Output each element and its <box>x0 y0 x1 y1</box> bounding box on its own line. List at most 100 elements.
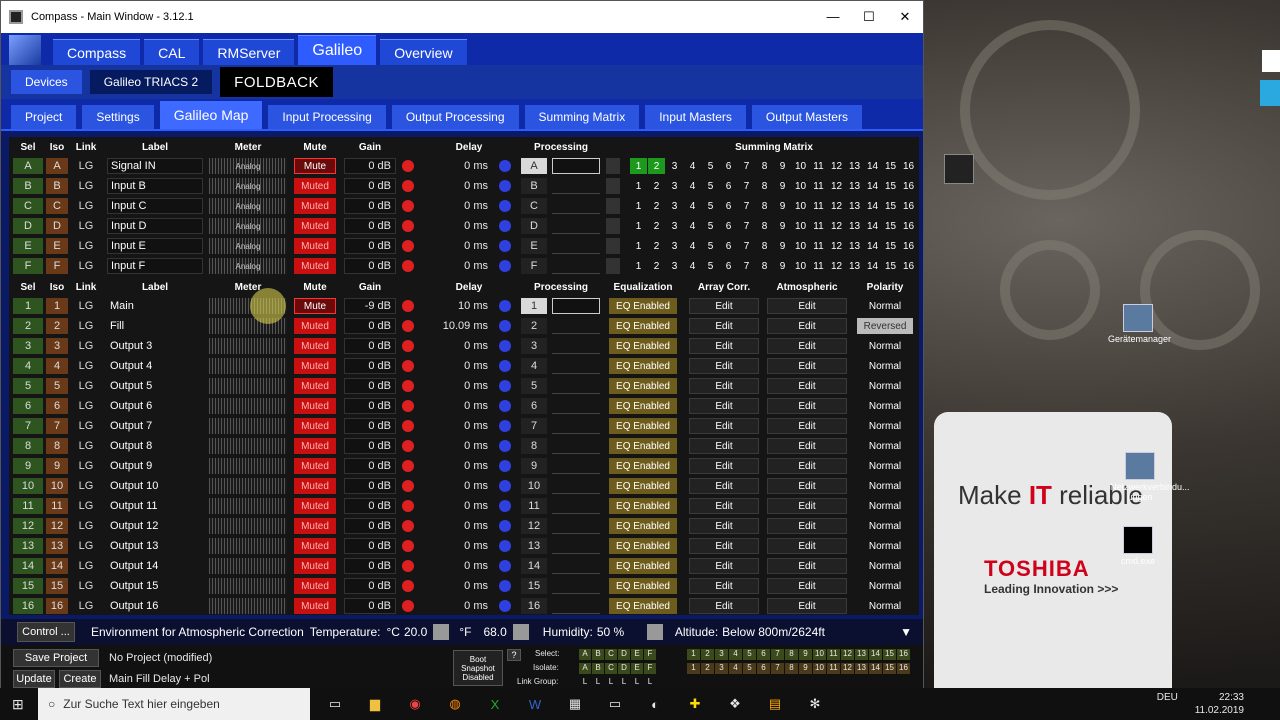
matrix-cell[interactable]: 11 <box>810 218 827 234</box>
delay-field[interactable]: 0 ms <box>424 338 492 354</box>
atmospheric-edit-button[interactable]: Edit <box>767 578 847 594</box>
array-correction-edit-button[interactable]: Edit <box>689 598 759 614</box>
array-correction-edit-button[interactable]: Edit <box>689 538 759 554</box>
isolate-button[interactable]: E <box>46 238 68 254</box>
matrix-cell[interactable]: 5 <box>702 238 719 254</box>
delay-field[interactable]: 0 ms <box>424 518 492 534</box>
processing-preview[interactable] <box>552 538 600 554</box>
delay-indicator-icon[interactable] <box>499 520 511 532</box>
select-button[interactable]: 10 <box>13 478 43 494</box>
excel-icon[interactable]: X <box>480 694 510 714</box>
isolate-button[interactable]: D <box>46 218 68 234</box>
matrix-cell[interactable]: 1 <box>630 258 647 274</box>
channel-label[interactable]: Input C <box>107 198 203 214</box>
mute-button[interactable]: Muted <box>294 218 336 234</box>
delay-field[interactable]: 0 ms <box>424 178 492 194</box>
quick-number[interactable]: 15 <box>883 649 896 660</box>
quick-number[interactable]: 4 <box>729 663 742 674</box>
link-group[interactable]: LG <box>75 198 97 214</box>
isolate-button[interactable]: 4 <box>46 358 68 374</box>
tab-galileo[interactable]: Galileo <box>298 35 377 65</box>
channel-label[interactable]: Output 3 <box>107 338 203 354</box>
atmospheric-edit-button[interactable]: Edit <box>767 498 847 514</box>
gain-indicator-icon[interactable] <box>402 440 414 452</box>
link-mark[interactable]: L <box>644 677 656 688</box>
gain-indicator-icon[interactable] <box>402 580 414 592</box>
matrix-cell[interactable]: 10 <box>792 258 809 274</box>
processing-preview[interactable] <box>552 318 600 334</box>
gain-field[interactable]: 0 dB <box>344 158 396 174</box>
isolate-button[interactable]: A <box>46 158 68 174</box>
matrix-cell[interactable]: 13 <box>846 258 863 274</box>
link-group[interactable]: LG <box>75 298 97 314</box>
channel-label[interactable]: Input D <box>107 218 203 234</box>
isolate-button[interactable]: 3 <box>46 338 68 354</box>
gain-field[interactable]: 0 dB <box>344 378 396 394</box>
matrix-cell[interactable]: 3 <box>666 258 683 274</box>
mute-button[interactable]: Muted <box>294 398 336 414</box>
select-button[interactable]: 9 <box>13 458 43 474</box>
device-tab-1[interactable]: Galileo TRIACS 2 <box>89 70 213 94</box>
delay-indicator-icon[interactable] <box>499 200 511 212</box>
link-group[interactable]: LG <box>75 378 97 394</box>
isolate-button[interactable]: 7 <box>46 418 68 434</box>
gain-field[interactable]: 0 dB <box>344 438 396 454</box>
delay-field[interactable]: 0 ms <box>424 158 492 174</box>
gain-indicator-icon[interactable] <box>402 240 414 252</box>
matrix-cell[interactable]: 9 <box>774 238 791 254</box>
quick-number[interactable]: 9 <box>799 663 812 674</box>
array-correction-edit-button[interactable]: Edit <box>689 418 759 434</box>
link-group[interactable]: LG <box>75 578 97 594</box>
matrix-cell[interactable]: 4 <box>684 178 701 194</box>
isolate-button[interactable]: 8 <box>46 438 68 454</box>
gain-field[interactable]: 0 dB <box>344 558 396 574</box>
select-button[interactable]: D <box>13 218 43 234</box>
gain-field[interactable]: 0 dB <box>344 238 396 254</box>
mute-button[interactable]: Muted <box>294 418 336 434</box>
delay-indicator-icon[interactable] <box>499 300 511 312</box>
matrix-cell[interactable]: 1 <box>630 178 647 194</box>
array-correction-edit-button[interactable]: Edit <box>689 438 759 454</box>
processing-preview[interactable] <box>552 518 600 534</box>
processing-button[interactable]: B <box>521 178 547 194</box>
atmospheric-edit-button[interactable]: Edit <box>767 478 847 494</box>
matrix-cell[interactable]: 15 <box>882 198 899 214</box>
matrix-cell[interactable]: 14 <box>864 178 881 194</box>
delay-indicator-icon[interactable] <box>499 420 511 432</box>
mute-button[interactable]: Muted <box>294 198 336 214</box>
quick-number[interactable]: 6 <box>757 649 770 660</box>
matrix-cell[interactable]: 3 <box>666 158 683 174</box>
matrix-cell[interactable]: 10 <box>792 238 809 254</box>
processing-button[interactable]: 16 <box>521 598 547 614</box>
polarity-button[interactable]: Normal <box>857 298 913 314</box>
processing-button[interactable]: 3 <box>521 338 547 354</box>
quick-letter[interactable]: D <box>618 663 630 674</box>
mute-button[interactable]: Muted <box>294 538 336 554</box>
quick-letter[interactable]: A <box>579 663 591 674</box>
eq-button[interactable]: EQ Enabled <box>609 558 677 574</box>
eq-button[interactable]: EQ Enabled <box>609 378 677 394</box>
matrix-cell[interactable]: 12 <box>828 218 845 234</box>
matrix-cell[interactable]: 9 <box>774 158 791 174</box>
matrix-cell[interactable]: 16 <box>900 178 917 194</box>
quick-number[interactable]: 12 <box>841 649 854 660</box>
isolate-button[interactable]: B <box>46 178 68 194</box>
matrix-cell[interactable]: 13 <box>846 218 863 234</box>
atmospheric-edit-button[interactable]: Edit <box>767 458 847 474</box>
gain-field[interactable]: 0 dB <box>344 218 396 234</box>
processing-preview[interactable] <box>552 498 600 514</box>
processing-button[interactable]: 12 <box>521 518 547 534</box>
link-group[interactable]: LG <box>75 418 97 434</box>
matrix-cell[interactable]: 16 <box>900 258 917 274</box>
delay-indicator-icon[interactable] <box>499 600 511 612</box>
matrix-cell[interactable]: 7 <box>738 238 755 254</box>
control-button[interactable]: Control ... <box>17 622 75 642</box>
quick-number[interactable]: 14 <box>869 663 882 674</box>
gain-indicator-icon[interactable] <box>402 540 414 552</box>
gain-field[interactable]: 0 dB <box>344 178 396 194</box>
matrix-cell[interactable]: 15 <box>882 258 899 274</box>
channel-label[interactable]: Input E <box>107 238 203 254</box>
humidity-value[interactable]: 50 % <box>597 625 647 639</box>
mute-button[interactable]: Muted <box>294 238 336 254</box>
matrix-cell[interactable]: 3 <box>666 218 683 234</box>
